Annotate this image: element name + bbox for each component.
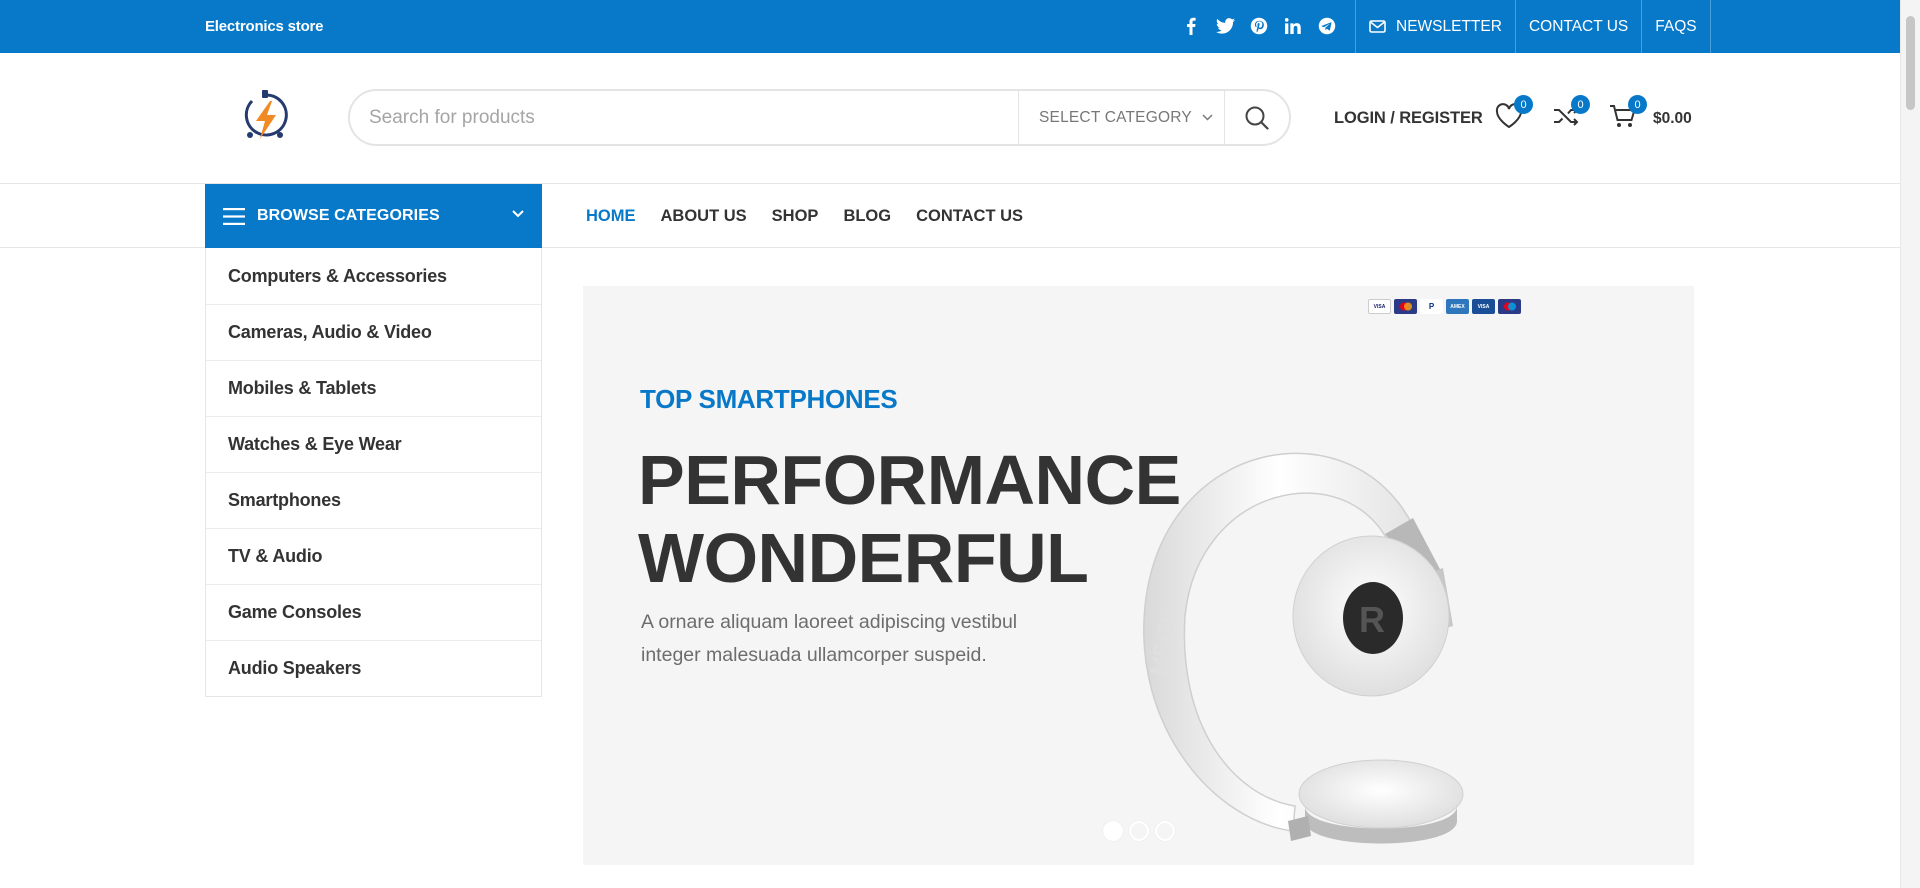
category-cameras-audio-video[interactable]: Cameras, Audio & Video <box>206 304 541 360</box>
faqs-link[interactable]: FAQS <box>1641 0 1711 53</box>
search-button[interactable] <box>1224 91 1289 144</box>
page-scrollbar[interactable] <box>1900 0 1920 888</box>
category-watches-eye-wear[interactable]: Watches & Eye Wear <box>206 416 541 472</box>
category-computers-accessories[interactable]: Computers & Accessories <box>206 248 541 304</box>
visa-icon: VISA <box>1368 299 1391 314</box>
headphones-image: R MEIZU <box>1143 452 1464 844</box>
wishlist-count: 0 <box>1514 95 1533 114</box>
compare-button[interactable]: 0 <box>1552 95 1590 133</box>
login-register-link[interactable]: LOGIN / REGISTER <box>1334 109 1483 128</box>
hero-headline-line-2: WONDERFUL <box>638 519 1089 597</box>
nav-home[interactable]: HOME <box>586 207 636 226</box>
store-name: Electronics store <box>205 18 324 35</box>
hero-headline: PERFORMANCE WONDERFUL <box>638 441 1181 597</box>
amex-icon: AMEX <box>1446 299 1469 314</box>
visa-electron-icon: VISA <box>1472 299 1495 314</box>
cart-total[interactable]: $0.00 <box>1653 110 1692 128</box>
navigation-row: BROWSE CATEGORIES HOME ABOUT US SHOP BLO… <box>0 184 1900 248</box>
chevron-down-icon <box>512 210 524 218</box>
slider-dot-2[interactable] <box>1129 821 1149 841</box>
top-contact-link[interactable]: CONTACT US <box>1514 0 1641 53</box>
cart-count: 0 <box>1628 95 1647 114</box>
menu-icon <box>223 207 245 225</box>
hero-headline-line-1: PERFORMANCE <box>638 441 1181 519</box>
mastercard-icon <box>1394 299 1417 314</box>
nav-about-us[interactable]: ABOUT US <box>661 207 747 226</box>
paypal-icon: P <box>1420 299 1443 314</box>
top-links: NEWSLETTER CONTACT US FAQS <box>1355 0 1711 53</box>
payment-logos: VISA P AMEX VISA <box>1368 299 1521 314</box>
search-bar: SELECT CATEGORY <box>348 89 1291 146</box>
newsletter-link[interactable]: NEWSLETTER <box>1355 0 1515 53</box>
telegram-icon[interactable] <box>1316 14 1338 38</box>
nav-blog[interactable]: BLOG <box>843 207 891 226</box>
envelope-icon <box>1369 20 1386 33</box>
slider-dot-3[interactable] <box>1155 821 1175 841</box>
pinterest-icon[interactable] <box>1248 14 1270 38</box>
hero-kicker: TOP SMARTPHONES <box>640 384 898 414</box>
category-tv-audio[interactable]: TV & Audio <box>206 528 541 584</box>
wishlist-button[interactable]: 0 <box>1495 95 1533 133</box>
category-mobiles-tablets[interactable]: Mobiles & Tablets <box>206 360 541 416</box>
top-bar: Electronics store NEWSLETTER CONTACT US … <box>0 0 1900 53</box>
scrollbar-thumb[interactable] <box>1906 16 1915 110</box>
chevron-down-icon <box>1202 114 1213 121</box>
category-select[interactable]: SELECT CATEGORY <box>1018 91 1224 144</box>
slider-dots <box>1103 821 1175 841</box>
linkedin-icon[interactable] <box>1282 14 1304 38</box>
svg-text:R: R <box>1359 599 1385 640</box>
hero-description: A ornare aliquam laoreet adipiscing vest… <box>641 611 1018 666</box>
category-game-consoles[interactable]: Game Consoles <box>206 584 541 640</box>
facebook-icon[interactable] <box>1180 14 1202 38</box>
site-header: SELECT CATEGORY LOGIN / REGISTER 0 0 0 $… <box>0 53 1900 184</box>
social-links <box>1180 14 1338 38</box>
nav-shop[interactable]: SHOP <box>772 207 819 226</box>
cart-button[interactable]: 0 <box>1609 95 1647 133</box>
category-select-label: SELECT CATEGORY <box>1039 108 1192 126</box>
compare-count: 0 <box>1571 95 1590 114</box>
category-menu: Computers & Accessories Cameras, Audio &… <box>205 248 542 697</box>
hero-slider: VISA P AMEX VISA TOP SMARTPHONES PERFORM… <box>583 286 1694 865</box>
category-audio-speakers[interactable]: Audio Speakers <box>206 640 541 696</box>
twitter-icon[interactable] <box>1214 14 1236 38</box>
maestro-icon <box>1498 299 1521 314</box>
category-smartphones[interactable]: Smartphones <box>206 472 541 528</box>
newsletter-label: NEWSLETTER <box>1396 17 1502 35</box>
slider-dot-1[interactable] <box>1103 821 1123 841</box>
search-icon <box>1245 106 1269 130</box>
browse-categories-button[interactable]: BROWSE CATEGORIES <box>205 184 542 248</box>
logo[interactable] <box>240 87 290 147</box>
nav-contact-us[interactable]: CONTACT US <box>916 207 1023 226</box>
main-nav: HOME ABOUT US SHOP BLOG CONTACT US <box>586 184 1023 248</box>
browse-categories-label: BROWSE CATEGORIES <box>257 207 440 224</box>
search-input[interactable] <box>350 91 1018 144</box>
